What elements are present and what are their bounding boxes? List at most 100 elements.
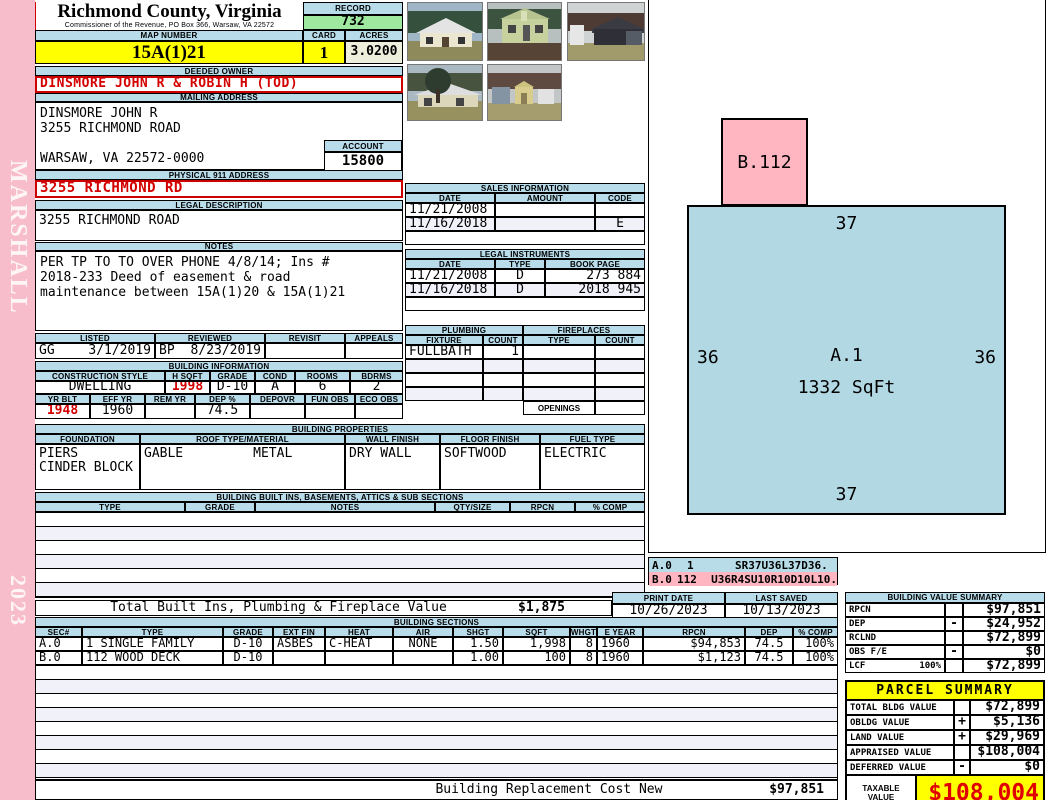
instr-bookpage-label: BOOK PAGE — [545, 259, 645, 269]
listed-by: GG — [39, 343, 55, 358]
foundation-label: FOUNDATION — [35, 434, 140, 444]
built-ins-total-value: $1,875 — [518, 600, 565, 615]
sketch-legend: A.0 1 SR37U36L37D36. B.0 112 U36R4SU10R1… — [648, 557, 838, 586]
replacement-cost-label: Building Replacement Cost New — [435, 781, 663, 797]
bvs-row: RCLND $72,899 — [845, 631, 1045, 645]
green-house-photo-art — [488, 3, 561, 60]
building-sections-row-b: B.0 112 WOOD DECK D-10 1.00 100 8 1960 $… — [35, 651, 838, 665]
reviewed-date: 8/23/2019 — [190, 343, 261, 358]
sidebar-year-label: 2023 — [6, 575, 31, 627]
cond-label: COND — [255, 371, 295, 381]
dep-pct-value: 74.5 — [195, 404, 250, 419]
rooms-value: 6 — [295, 381, 350, 394]
building-props-header: FOUNDATION ROOF TYPE/MATERIAL WALL FINIS… — [35, 434, 645, 444]
appeals-label: APPEALS — [345, 333, 403, 343]
replacement-cost-value: $97,851 — [769, 781, 824, 797]
instr-type-label: TYPE — [495, 259, 545, 269]
review-header-row: LISTED REVIEWED REVISIT APPEALS — [35, 333, 403, 343]
floor-finish-value: SOFTWOOD — [440, 444, 540, 490]
last-saved-value: 10/13/2023 — [725, 604, 838, 618]
bvs-row: RPCN $97,851 — [845, 603, 1045, 617]
parcel-summary-title: PARCEL SUMMARY — [846, 681, 1044, 700]
sidebar-agency-label: MARSHALL — [5, 160, 31, 315]
bi-type-label: TYPE — [35, 502, 185, 512]
map-number-label: MAP NUMBER — [35, 30, 303, 41]
outbuildings-photo-art — [488, 65, 561, 120]
building-info-values1: DWELLING 1998 D-10 A 6 2 — [35, 381, 403, 394]
notes-line2: 2018-233 Deed of easement & road — [40, 270, 291, 285]
mailing-address-box: DINSMORE JOHN R 3255 RICHMOND ROAD WARSA… — [35, 102, 403, 171]
built-ins-total-label: Total Built Ins, Plumbing & Fireplace Va… — [110, 600, 447, 615]
openings-value — [595, 401, 645, 415]
sketch-dim-bottom: 37 — [835, 484, 858, 505]
sales-amount-label: AMOUNT — [495, 193, 595, 203]
house-front-photo-art — [408, 3, 482, 60]
sketch-section-a-sqft: 1332 SqFt — [797, 377, 896, 398]
built-ins-empty-rows — [35, 512, 645, 598]
map-number-value: 15A(1)21 — [35, 41, 303, 64]
physical-address-label: PHYSICAL 911 ADDRESS — [35, 170, 403, 180]
instr-date-label: DATE — [405, 259, 495, 269]
title-block: Richmond County, Virginia Commissioner o… — [35, 2, 303, 30]
built-ins-total-row: Total Built Ins, Plumbing & Fireplace Va… — [35, 600, 612, 616]
outbuildings-photo[interactable] — [487, 64, 562, 121]
construction-style-value: DWELLING — [35, 381, 165, 394]
house-front-photo[interactable] — [407, 2, 483, 61]
building-info-title: BUILDING INFORMATION — [35, 361, 403, 371]
hsqft-value: 1998 — [165, 381, 210, 394]
building-sections-empty-rows — [35, 665, 838, 780]
notes-label: NOTES — [35, 242, 403, 251]
bdrms-label: BDRMS — [350, 371, 403, 381]
revisit-label: REVISIT — [265, 333, 345, 343]
plumbing-row-empty — [405, 373, 645, 387]
carport-photo[interactable] — [567, 2, 645, 61]
print-date-value: 10/26/2023 — [612, 604, 725, 618]
fixture-label: FIXTURE — [405, 335, 483, 345]
sketch-legend-row-a: A.0 1 SR37U36L37D36. — [649, 558, 837, 572]
foundation-value: PIERS CINDER BLOCK — [35, 444, 140, 490]
acres-value: 3.0200 — [345, 41, 403, 64]
sketch-dim-left: 36 — [697, 347, 719, 368]
funobs-value — [305, 404, 355, 419]
sketch-section-a: 37 36 36 A.1 1332 SqFt 37 — [687, 205, 1006, 515]
card-value: 1 — [303, 41, 345, 64]
building-props-values: PIERS CINDER BLOCK GABLE METAL DRY WALL … — [35, 444, 645, 490]
sales-row-empty — [405, 231, 645, 245]
record-value: 732 — [303, 15, 403, 30]
plumbing-row-empty — [405, 359, 645, 373]
wall-finish-value: DRY WALL — [345, 444, 440, 490]
account-box: ACCOUNT 15800 — [324, 140, 402, 171]
cond-value: A — [255, 381, 295, 394]
remyr-value — [145, 404, 195, 419]
legal-description-label: LEGAL DESCRIPTION — [35, 200, 403, 210]
yrblt-value: 1948 — [35, 404, 90, 419]
bvs-title: BUILDING VALUE SUMMARY — [845, 592, 1045, 603]
bvs-row: OBS F/E - $0 — [845, 645, 1045, 659]
dep-pct-label: DEP % — [195, 394, 250, 404]
sales-row: 11/21/2008 — [405, 203, 645, 217]
sales-code-label: CODE — [595, 193, 645, 203]
taxable-value-row: TAXABLE VALUE $108,004 — [846, 775, 1044, 800]
fuel-type-value: ELECTRIC — [540, 444, 645, 490]
construction-style-label: CONSTRUCTION STYLE — [35, 371, 165, 381]
card-label: CARD — [303, 30, 345, 41]
parcel-summary-row: LAND VALUE + $29,969 — [846, 730, 1044, 745]
ecoobs-label: ECO OBS — [355, 394, 403, 404]
plumbing-row-empty — [405, 387, 645, 401]
county-title: Richmond County, Virginia — [57, 1, 282, 22]
reviewed-by: BP — [159, 343, 175, 358]
sales-date-label: DATE — [405, 193, 495, 203]
grade-label: GRADE — [210, 371, 255, 381]
fireplaces-title: FIREPLACES — [523, 325, 645, 335]
building-sections-row-a: A.0 1 SINGLE FAMILY D-10 ASBES C-HEAT NO… — [35, 637, 838, 651]
sketch-section-b: B.112 — [721, 118, 808, 206]
parcel-summary-row: TOTAL BLDG VALUE $72,899 — [846, 700, 1044, 715]
bi-qty-label: QTY/SIZE — [435, 502, 510, 512]
bdrms-value: 2 — [350, 381, 403, 394]
building-info-header1: CONSTRUCTION STYLE H SQFT GRADE COND ROO… — [35, 371, 403, 381]
instruments-row: 11/16/2018 D 2018 945 — [405, 283, 645, 297]
green-house-photo[interactable] — [487, 2, 562, 61]
wall-finish-label: WALL FINISH — [345, 434, 440, 444]
building-props-title: BUILDING PROPERTIES — [35, 424, 645, 434]
house-side-photo[interactable] — [407, 64, 483, 121]
